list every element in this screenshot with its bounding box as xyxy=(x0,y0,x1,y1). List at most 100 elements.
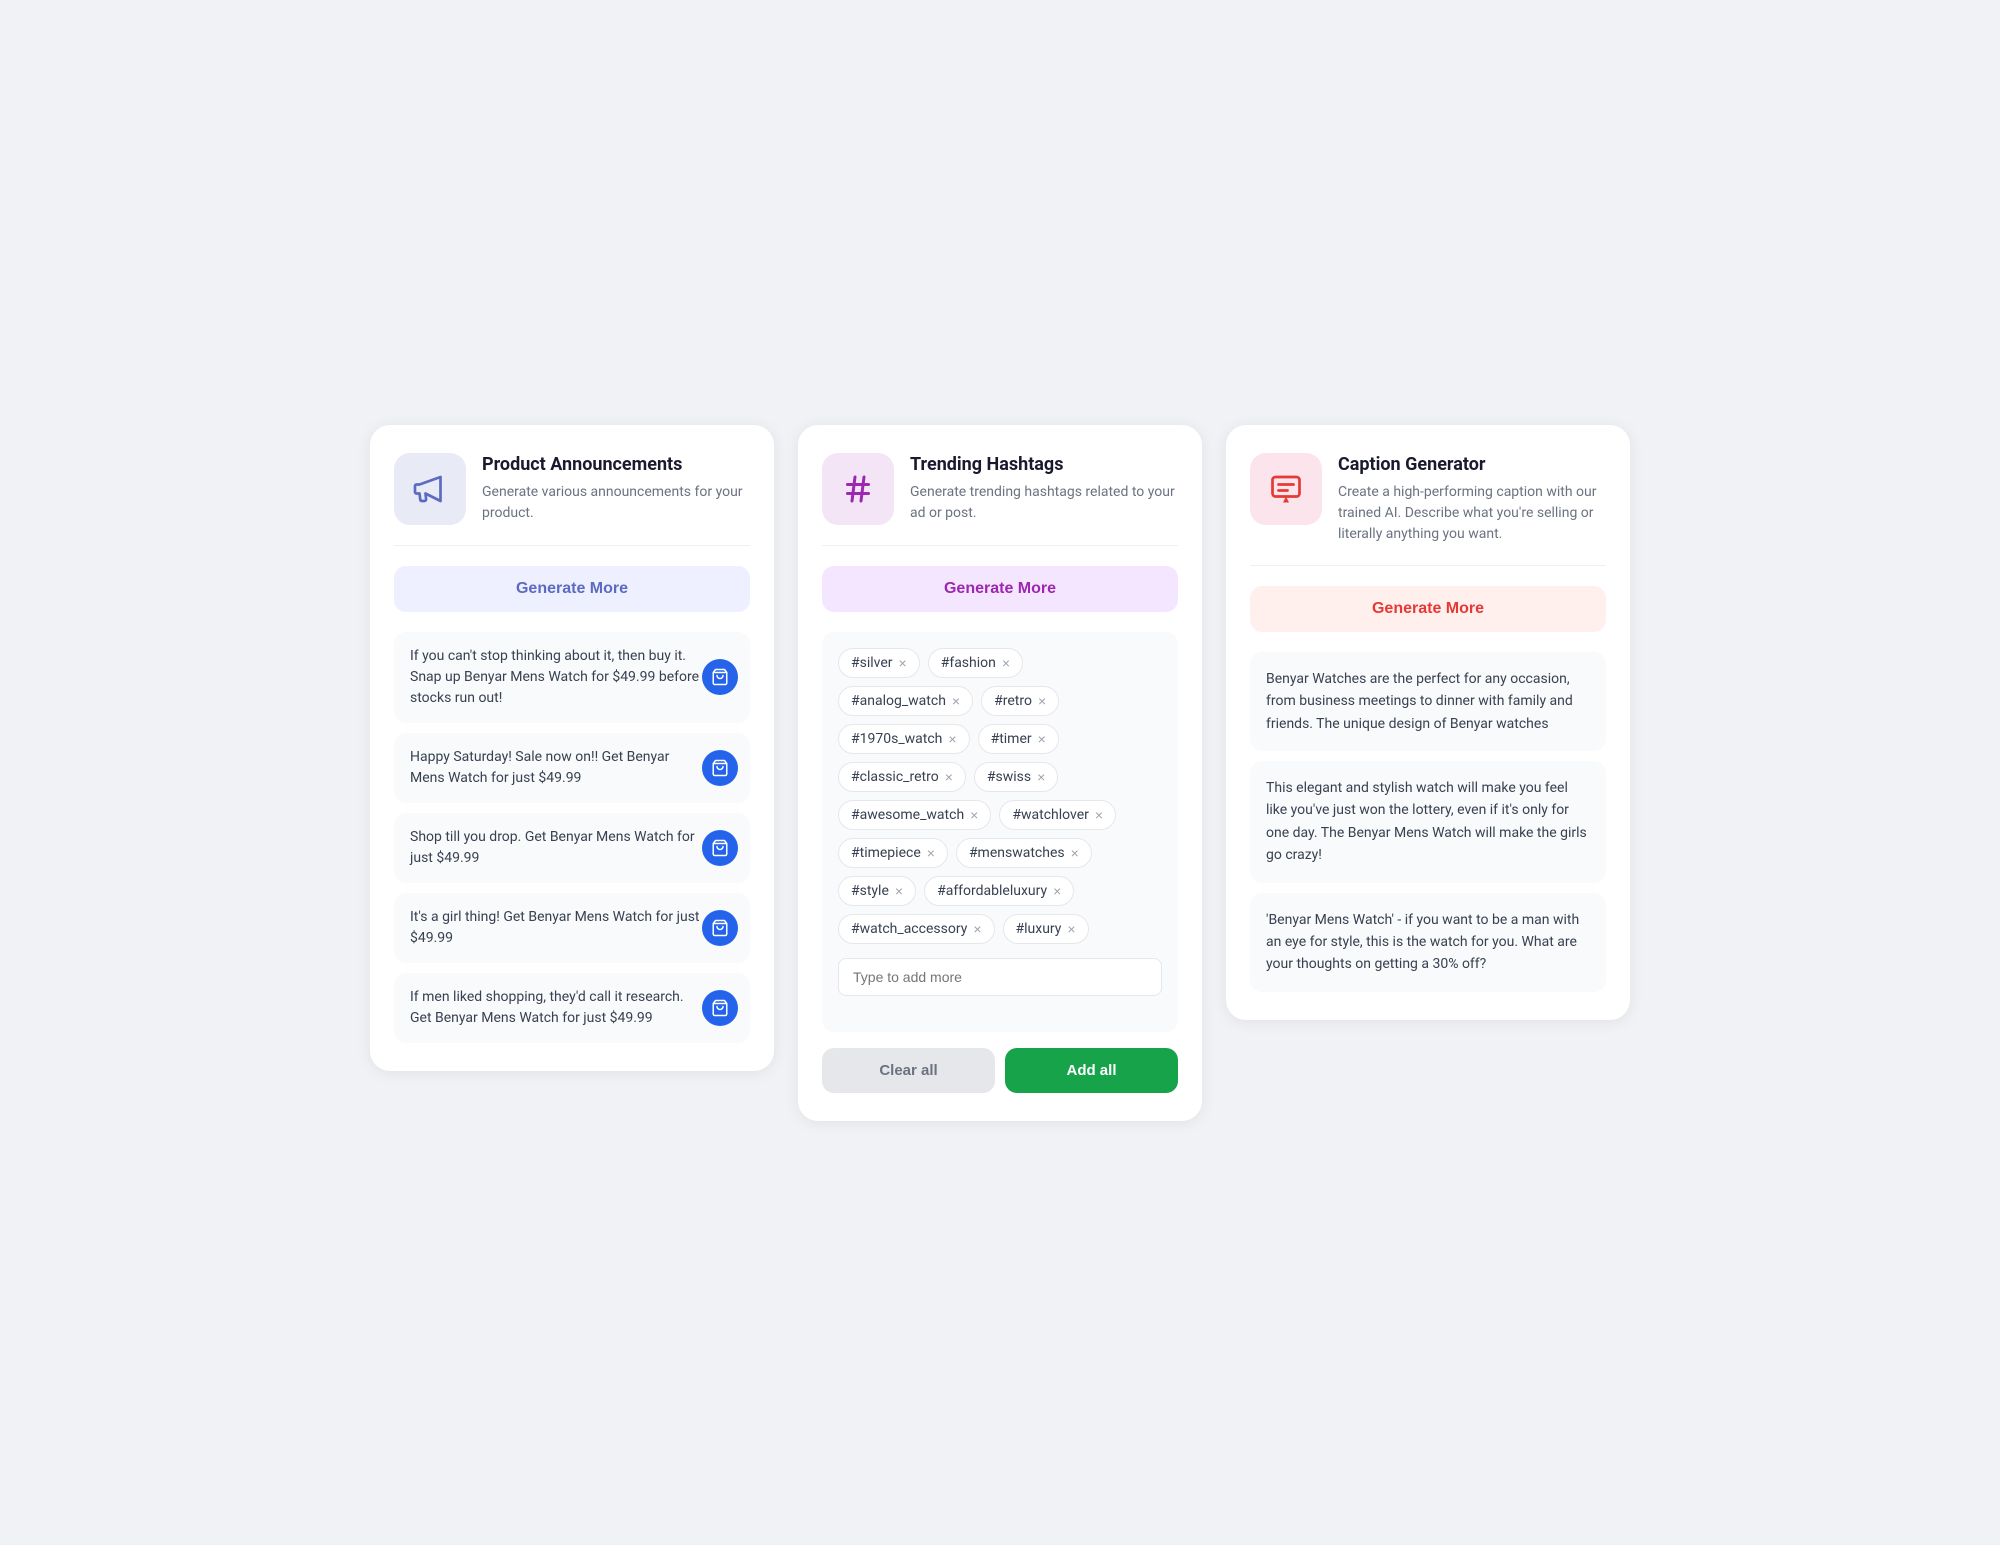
shopify-icon[interactable] xyxy=(702,750,738,786)
shopify-icon[interactable] xyxy=(702,990,738,1026)
announcement-list: If you can't stop thinking about it, the… xyxy=(394,632,750,1043)
bag-icon xyxy=(711,999,729,1017)
announcement-item: Shop till you drop. Get Benyar Mens Watc… xyxy=(394,813,750,883)
shopify-icon[interactable] xyxy=(702,910,738,946)
announcement-text: Happy Saturday! Sale now on!! Get Benyar… xyxy=(410,749,669,786)
tag-text: #style xyxy=(851,883,889,899)
tag-text: #silver xyxy=(851,655,893,671)
card-text-hashtags: Trending Hashtags Generate trending hash… xyxy=(910,453,1178,524)
card-header-hashtags: Trending Hashtags Generate trending hash… xyxy=(822,453,1178,525)
hashtag-tag: #timer × xyxy=(978,724,1059,754)
remove-tag-button[interactable]: × xyxy=(973,922,981,936)
card-desc-hashtags: Generate trending hashtags related to yo… xyxy=(910,482,1178,524)
bag-icon xyxy=(711,759,729,777)
caption-generator-card: Caption Generator Create a high-performi… xyxy=(1226,425,1630,1020)
tag-text: #watchlover xyxy=(1012,807,1089,823)
divider-announcements xyxy=(394,545,750,546)
tag-text: #classic_retro xyxy=(851,769,939,785)
megaphone-icon xyxy=(412,471,448,507)
tag-text: #luxury xyxy=(1016,921,1062,937)
card-title-hashtags: Trending Hashtags xyxy=(910,453,1178,476)
divider-hashtags xyxy=(822,545,1178,546)
hashtag-tag: #swiss × xyxy=(974,762,1058,792)
card-title-caption: Caption Generator xyxy=(1338,453,1606,476)
hashtag-tag: #silver × xyxy=(838,648,920,678)
card-desc-announcements: Generate various announcements for your … xyxy=(482,482,750,524)
hashtag-tag: #watch_accessory × xyxy=(838,914,995,944)
announcement-text: If you can't stop thinking about it, the… xyxy=(410,648,699,706)
tag-text: #analog_watch xyxy=(851,693,946,709)
remove-tag-button[interactable]: × xyxy=(945,770,953,784)
hashtag-tag: #style × xyxy=(838,876,916,906)
tag-text: #watch_accessory xyxy=(851,921,967,937)
remove-tag-button[interactable]: × xyxy=(927,846,935,860)
hashtag-tag: #retro × xyxy=(981,686,1059,716)
remove-tag-button[interactable]: × xyxy=(1071,846,1079,860)
tag-text: #fashion xyxy=(941,655,996,671)
remove-tag-button[interactable]: × xyxy=(1095,808,1103,822)
card-desc-caption: Create a high-performing caption with ou… xyxy=(1338,482,1606,545)
hashtag-tag: #luxury × xyxy=(1003,914,1089,944)
remove-tag-button[interactable]: × xyxy=(1053,884,1061,898)
announcement-item: If you can't stop thinking about it, the… xyxy=(394,632,750,723)
tag-text: #swiss xyxy=(987,769,1031,785)
bag-icon xyxy=(711,839,729,857)
clear-all-button[interactable]: Clear all xyxy=(822,1048,995,1093)
tag-text: #retro xyxy=(994,693,1032,709)
remove-tag-button[interactable]: × xyxy=(895,884,903,898)
announcement-text: Shop till you drop. Get Benyar Mens Watc… xyxy=(410,829,695,866)
tag-text: #menswatches xyxy=(969,845,1065,861)
generate-btn-caption[interactable]: Generate More xyxy=(1250,586,1606,632)
trending-hashtags-card: Trending Hashtags Generate trending hash… xyxy=(798,425,1202,1121)
card-text-caption: Caption Generator Create a high-performi… xyxy=(1338,453,1606,545)
remove-tag-button[interactable]: × xyxy=(899,656,907,670)
bag-icon xyxy=(711,668,729,686)
hashtag-icon-wrap xyxy=(822,453,894,525)
shopify-icon[interactable] xyxy=(702,830,738,866)
card-header-caption: Caption Generator Create a high-performi… xyxy=(1250,453,1606,545)
announcement-text: If men liked shopping, they'd call it re… xyxy=(410,989,684,1026)
caption-item: This elegant and stylish watch will make… xyxy=(1250,761,1606,883)
cards-container: Product Announcements Generate various a… xyxy=(370,425,1630,1121)
shopify-icon[interactable] xyxy=(702,659,738,695)
caption-item: 'Benyar Mens Watch' - if you want to be … xyxy=(1250,893,1606,992)
hashtag-area: #silver × #fashion × #analog_watch × #re… xyxy=(822,632,1178,1032)
caption-icon xyxy=(1268,471,1304,507)
card-header-announcements: Product Announcements Generate various a… xyxy=(394,453,750,525)
hashtag-tag: #1970s_watch × xyxy=(838,724,970,754)
generate-btn-hashtags[interactable]: Generate More xyxy=(822,566,1178,612)
hashtag-tag: #awesome_watch × xyxy=(838,800,991,830)
hashtag-tag: #watchlover × xyxy=(999,800,1116,830)
announcement-item: If men liked shopping, they'd call it re… xyxy=(394,973,750,1043)
remove-tag-button[interactable]: × xyxy=(970,808,978,822)
announcement-item: It's a girl thing! Get Benyar Mens Watch… xyxy=(394,893,750,963)
remove-tag-button[interactable]: × xyxy=(1038,732,1046,746)
hashtag-tag: #classic_retro × xyxy=(838,762,966,792)
remove-tag-button[interactable]: × xyxy=(1037,770,1045,784)
remove-tag-button[interactable]: × xyxy=(1038,694,1046,708)
remove-tag-button[interactable]: × xyxy=(1002,656,1010,670)
bag-icon xyxy=(711,919,729,937)
announcement-item: Happy Saturday! Sale now on!! Get Benyar… xyxy=(394,733,750,803)
tag-text: #timepiece xyxy=(851,845,921,861)
megaphone-icon-wrap xyxy=(394,453,466,525)
product-announcements-card: Product Announcements Generate various a… xyxy=(370,425,774,1071)
tag-text: #timer xyxy=(991,731,1032,747)
hashtag-tag: #analog_watch × xyxy=(838,686,973,716)
announcement-text: It's a girl thing! Get Benyar Mens Watch… xyxy=(410,909,700,946)
remove-tag-button[interactable]: × xyxy=(1067,922,1075,936)
add-all-button[interactable]: Add all xyxy=(1005,1048,1178,1093)
tag-input[interactable] xyxy=(838,958,1162,996)
caption-icon-wrap xyxy=(1250,453,1322,525)
hashtag-tag: #menswatches × xyxy=(956,838,1092,868)
generate-btn-announcements[interactable]: Generate More xyxy=(394,566,750,612)
hashtag-tag: #fashion × xyxy=(928,648,1023,678)
remove-tag-button[interactable]: × xyxy=(948,732,956,746)
hashtag-icon xyxy=(840,471,876,507)
card-title-announcements: Product Announcements xyxy=(482,453,750,476)
caption-item: Benyar Watches are the perfect for any o… xyxy=(1250,652,1606,751)
hashtag-actions: Clear all Add all xyxy=(822,1048,1178,1093)
tag-text: #awesome_watch xyxy=(851,807,964,823)
remove-tag-button[interactable]: × xyxy=(952,694,960,708)
tag-text: #1970s_watch xyxy=(851,731,942,747)
